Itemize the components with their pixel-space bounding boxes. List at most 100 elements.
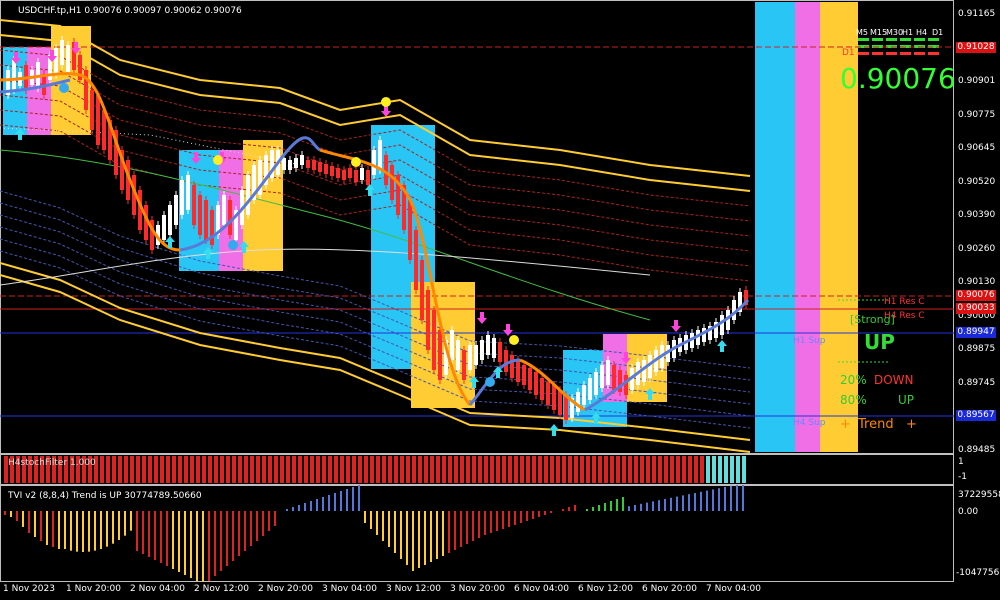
stoch-bar xyxy=(364,456,368,483)
stoch-bar xyxy=(532,456,536,483)
tvi-bar xyxy=(370,511,372,529)
tvi-bar xyxy=(100,511,102,549)
stoch-bar xyxy=(190,456,194,483)
stoch-bar xyxy=(664,456,668,483)
tvi-bar xyxy=(250,511,252,546)
stoch-bar xyxy=(154,456,158,483)
tvi-bar xyxy=(718,488,720,511)
stoch-bar xyxy=(592,456,596,483)
tvi-bar xyxy=(664,499,666,511)
stoch-bar xyxy=(112,456,116,483)
candle-body xyxy=(732,300,736,320)
stoch-bar xyxy=(412,456,416,483)
down-label: DOWN xyxy=(874,373,914,387)
stoch-bar xyxy=(352,456,356,483)
stoch-bar xyxy=(238,456,242,483)
tvi-bar xyxy=(676,496,678,511)
sub1-axis-top: 1 xyxy=(958,457,964,467)
candle-body xyxy=(210,210,214,245)
tvi-bar xyxy=(208,511,210,581)
signal-dot-blue xyxy=(228,240,238,250)
tvi-bar xyxy=(502,511,504,529)
ma-green xyxy=(0,149,651,321)
tvi-bar xyxy=(184,511,186,575)
stoch-bar xyxy=(730,456,734,483)
timeframe-label: M15 xyxy=(870,28,888,37)
stoch-bar xyxy=(520,456,524,483)
tvi-bar xyxy=(442,511,444,556)
tvi-bar xyxy=(316,499,318,511)
tvi-bar xyxy=(418,511,420,568)
tvi-bar xyxy=(340,491,342,511)
trend-plus-right: + xyxy=(906,417,917,432)
tvi-bar xyxy=(214,511,216,576)
tvi-bar xyxy=(262,511,264,536)
status-dash xyxy=(886,38,897,41)
tvi-bar xyxy=(286,509,288,511)
tvi-bar xyxy=(628,506,630,511)
stoch-bar xyxy=(310,456,314,483)
tvi-label: TVI v2 (8,8,4) Trend is UP 30774789.5066… xyxy=(8,491,202,501)
price-tag-red-top: 0.91028 xyxy=(956,42,996,53)
status-dash xyxy=(914,38,925,41)
stoch-bar xyxy=(250,456,254,483)
up-label: UP xyxy=(898,393,915,407)
tvi-bar xyxy=(592,507,594,511)
stoch-bar xyxy=(208,456,212,483)
time-axis-tick: 7 Nov 04:00 xyxy=(706,584,761,594)
stoch-bar xyxy=(466,456,470,483)
tvi-bar xyxy=(508,511,510,527)
stoch-bar xyxy=(700,456,704,483)
tvi-bar xyxy=(202,511,204,582)
price-tag-blue-2: 0.89567 xyxy=(956,410,996,421)
candle-body xyxy=(204,200,208,240)
candle-body xyxy=(300,155,304,165)
stoch-bar xyxy=(400,456,404,483)
tvi-bar xyxy=(616,499,618,511)
tvi-bar xyxy=(478,511,480,538)
candle-body xyxy=(198,195,202,235)
tvi-bar xyxy=(64,511,66,549)
tvi-bar xyxy=(424,511,426,565)
tvi-bar xyxy=(466,511,468,544)
candle-body xyxy=(60,40,64,65)
stoch-filter-histogram xyxy=(4,456,746,483)
stoch-bar xyxy=(178,456,182,483)
stoch-bar xyxy=(712,456,716,483)
stoch-bar xyxy=(718,456,722,483)
stoch-bar xyxy=(424,456,428,483)
main-chart[interactable] xyxy=(0,0,954,454)
status-dash xyxy=(872,38,883,41)
stoch-bar xyxy=(670,456,674,483)
h1-sup-label: H1 Sup xyxy=(793,336,826,346)
stoch-bar xyxy=(736,456,740,483)
stoch-bar xyxy=(148,456,152,483)
time-axis-tick: 1 Nov 20:00 xyxy=(66,584,121,594)
stoch-bar xyxy=(574,456,578,483)
candle-body xyxy=(498,342,502,362)
tvi-bar xyxy=(52,511,54,547)
stoch-bar xyxy=(514,456,518,483)
status-dash xyxy=(872,52,883,55)
tvi-bar xyxy=(154,511,156,560)
tvi-bar xyxy=(292,507,294,511)
stoch-bar xyxy=(646,456,650,483)
tvi-bar xyxy=(130,511,132,531)
up-pct: 80% xyxy=(840,393,867,407)
stoch-bar xyxy=(256,456,260,483)
candle-body xyxy=(366,170,370,185)
tvi-bar xyxy=(346,489,348,511)
tvi-bar xyxy=(28,511,30,533)
candle-body xyxy=(432,310,436,370)
tvi-bar xyxy=(274,511,276,526)
tvi-bar xyxy=(436,511,438,559)
stoch-bar xyxy=(580,456,584,483)
stoch-bar xyxy=(406,456,410,483)
candle-body xyxy=(528,368,532,390)
candle-body xyxy=(462,350,466,380)
candle-body xyxy=(96,95,100,145)
time-axis-tick: 6 Nov 04:00 xyxy=(514,584,569,594)
tvi-bar xyxy=(190,511,192,578)
stoch-bar xyxy=(742,456,746,483)
tvi-bar xyxy=(160,511,162,563)
